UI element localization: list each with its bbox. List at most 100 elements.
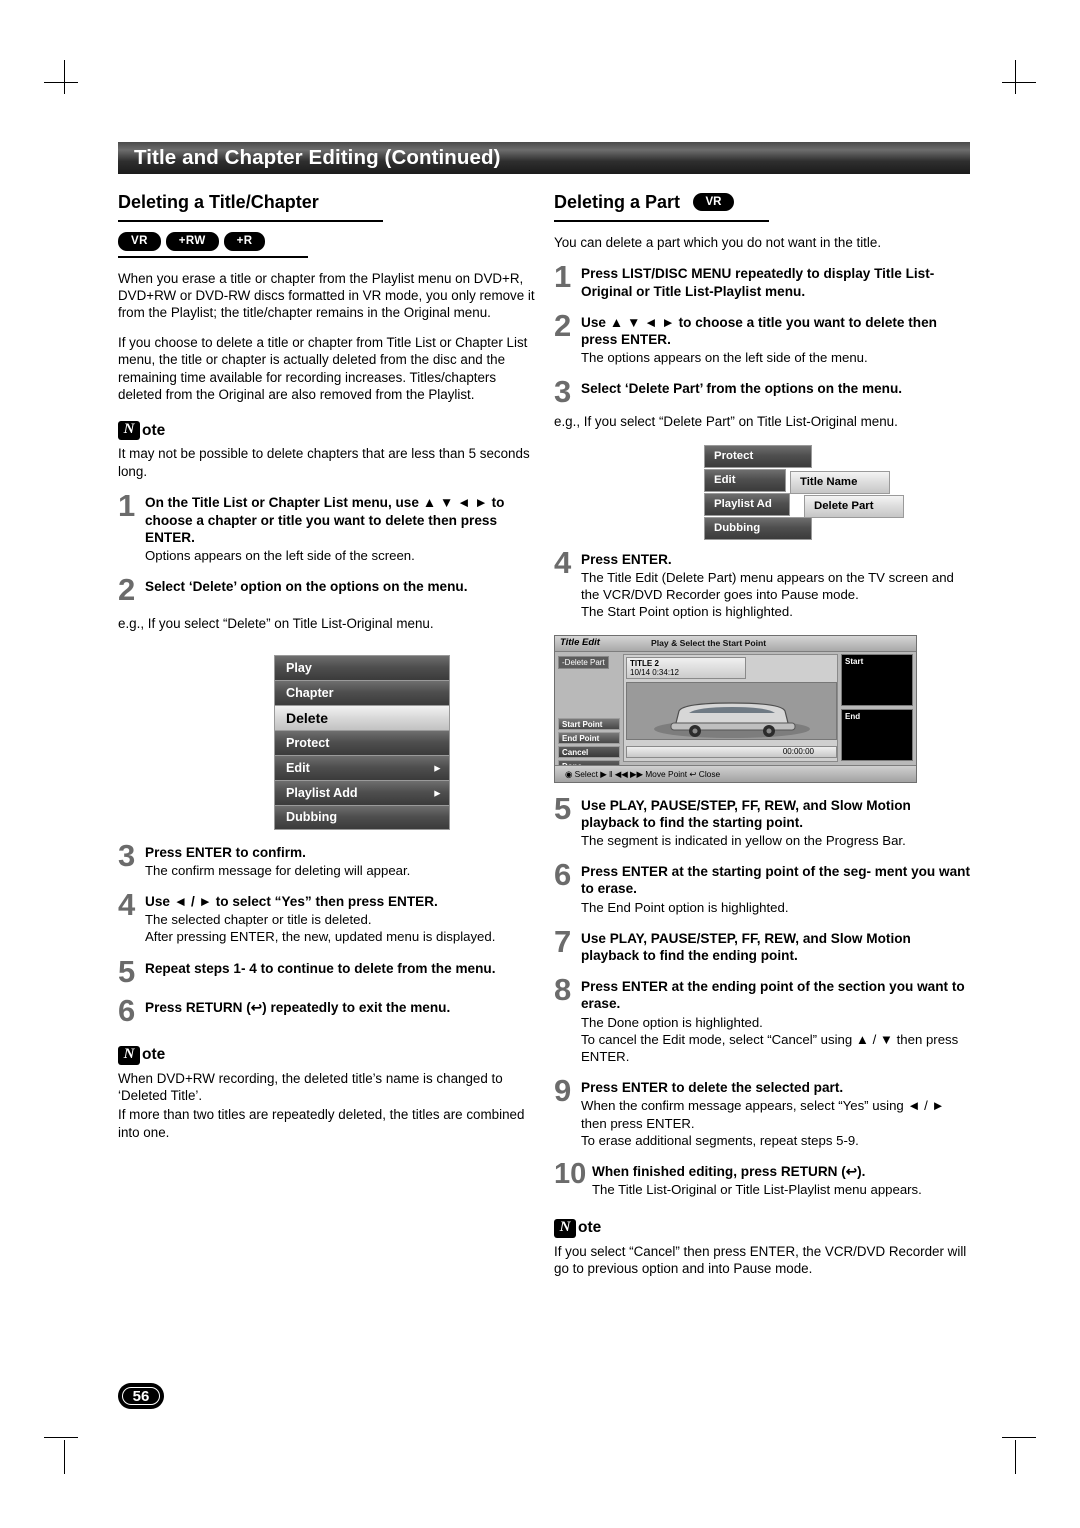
title-edit-thumb-meta: 10/14 0:34:12 <box>630 667 679 677</box>
right-step-8-text: Press ENTER at the ending point of the s… <box>581 978 972 1065</box>
right-step-4: 4 Press ENTER. The Title Edit (Delete Pa… <box>554 544 972 621</box>
dp-option-edit[interactable]: Edit <box>704 468 786 492</box>
left-step-1-number: 1 <box>118 488 136 524</box>
left-section-heading-wrap: Deleting a Title/Chapter <box>118 192 383 222</box>
crop-mark-bottom-left <box>64 1440 65 1474</box>
right-step-10-text: When finished editing, press RETURN (↩).… <box>592 1163 972 1198</box>
option-protect[interactable]: Protect <box>274 729 450 755</box>
delete-part-menu-mock: Protect Edit Playlist Ad Dubbing Title N… <box>704 444 954 545</box>
right-step-7-head: Use PLAY, PAUSE/STEP, FF, REW, and Slow … <box>581 930 911 964</box>
option-chapter[interactable]: Chapter <box>274 679 450 705</box>
option-protect-label: Protect <box>286 735 330 750</box>
right-step-8-head: Press ENTER at the ending point of the s… <box>581 979 965 1012</box>
dp-option-dubbing[interactable]: Dubbing <box>704 516 812 540</box>
disc-tag-plusrw: +RW <box>165 232 219 251</box>
left-step-4-text: Use ◄ / ► to select “Yes” then press ENT… <box>145 893 538 946</box>
title-edit-thumb-label: TITLE 2 <box>630 658 659 668</box>
right-step-1-text: Press LIST/DISC MENU repeatedly to displ… <box>581 265 972 299</box>
disc-tag-plusr: +R <box>223 232 266 251</box>
title-edit-btn-end-point[interactable]: End Point <box>558 731 620 744</box>
disc-tag-vr: VR <box>118 232 161 251</box>
left-note-2: N ote When DVD+RW recording, the deleted… <box>118 1045 538 1142</box>
right-step-3-text: Select ‘Delete Part’ from the options on… <box>581 380 972 397</box>
right-step-5-sub: The segment is indicated in yellow on th… <box>581 833 906 849</box>
left-step-2-text: Select ‘Delete’ option on the options on… <box>145 578 538 595</box>
title-edit-start-label: Start <box>845 656 864 666</box>
left-note-1: N ote It may not be possible to delete c… <box>118 421 538 480</box>
page-number-badge: 56 <box>118 1383 164 1409</box>
dp-option-protect[interactable]: Protect <box>704 444 812 468</box>
right-step-2-sub: The options appears on the left side of … <box>581 350 868 366</box>
title-edit-end-box: End <box>841 708 913 761</box>
right-step-6-sub: The End Point option is highlighted. <box>581 899 789 915</box>
chevron-right-icon-2: ▸ <box>434 787 440 800</box>
right-step-4-head: Press ENTER. <box>581 551 672 567</box>
left-paragraph-1: When you erase a title or chapter from t… <box>118 270 535 321</box>
right-step-10: 10 When finished editing, press RETURN (… <box>554 1160 972 1198</box>
right-step-5-number: 5 <box>554 790 572 826</box>
left-step-6: 6 Press RETURN (↩) repeatedly to exit th… <box>118 992 538 1028</box>
right-step-2: 2 Use ▲ ▼ ◄ ► to choose a title you want… <box>554 307 972 367</box>
right-section-heading-wrap: Deleting a Part VR <box>554 192 769 222</box>
dp-submenu-title-name-label: Title Name <box>800 476 858 489</box>
disc-tag-vr-right: VR <box>692 193 735 211</box>
left-step-2-head: Select ‘Delete’ option on the options on… <box>145 579 468 595</box>
right-step-2-text: Use ▲ ▼ ◄ ► to choose a title you want t… <box>581 314 972 367</box>
title-edit-mode-chip: -Delete Part <box>558 655 609 669</box>
left-section-heading: Deleting a Title/Chapter <box>118 192 319 212</box>
option-playlist-add[interactable]: Playlist Add ▸ <box>274 779 450 805</box>
right-step-8-number: 8 <box>554 972 572 1008</box>
crop-mark-top-right <box>1015 60 1016 94</box>
left-step-5-head: Repeat steps 1- 4 to continue to delete … <box>145 960 496 976</box>
right-step-7-text: Use PLAY, PAUSE/STEP, FF, REW, and Slow … <box>581 930 972 964</box>
left-step-3-head: Press ENTER to confirm. <box>145 844 306 860</box>
left-step-6-number: 6 <box>118 992 136 1028</box>
crop-mark-top-right-h <box>1002 82 1036 83</box>
title-edit-btn-start-point[interactable]: Start Point <box>558 717 620 730</box>
dp-option-playlist-add[interactable]: Playlist Ad <box>704 492 790 516</box>
title-edit-main-panel: TITLE 2 10/14 0:34:12 00:00:00 <box>623 653 838 762</box>
options-menu-mock: Play Chapter Delete Protect Edit ▸ Playl… <box>274 654 450 830</box>
left-step-2-number: 2 <box>118 572 136 608</box>
right-step-9-number: 9 <box>554 1073 572 1109</box>
right-step-2-head: Use ▲ ▼ ◄ ► to choose a title you want t… <box>581 314 937 348</box>
right-step-3: 3 Select ‘Delete Part’ from the options … <box>554 376 972 407</box>
option-delete-label: Delete <box>286 709 329 726</box>
title-edit-video-preview <box>626 681 837 740</box>
option-dubbing[interactable]: Dubbing <box>274 804 450 830</box>
option-dubbing-label: Dubbing <box>286 810 338 825</box>
right-example-text: e.g., If you select “Delete Part” on Tit… <box>554 414 898 430</box>
right-intro: You can delete a part which you do not w… <box>554 235 882 250</box>
right-step-4-number: 4 <box>554 544 572 580</box>
title-edit-subtitle: Play & Select the Start Point <box>651 637 767 648</box>
right-note-text: If you select “Cancel” then press ENTER,… <box>554 1243 967 1276</box>
right-step-10-sub: The Title List-Original or Title List-Pl… <box>592 1182 922 1198</box>
right-step-3-head: Select ‘Delete Part’ from the options on… <box>581 381 903 397</box>
title-edit-footer: ◉ Select ▶ ‖ ◀◀ ▶▶ Move Point ↩ Close <box>555 764 916 782</box>
option-play-label: Play <box>286 660 312 675</box>
dp-submenu-delete-part[interactable]: Delete Part <box>804 494 904 518</box>
right-step-5: 5 Use PLAY, PAUSE/STEP, FF, REW, and Slo… <box>554 790 972 850</box>
option-edit[interactable]: Edit ▸ <box>274 754 450 780</box>
right-step-2-number: 2 <box>554 307 572 343</box>
right-note: N ote If you select “Cancel” then press … <box>554 1218 972 1278</box>
right-column: Deleting a Part VR You can delete a part… <box>554 192 972 1277</box>
right-step-4-sub: The Title Edit (Delete Part) menu appear… <box>581 570 954 620</box>
left-note-2-text-2: If more than two titles are repeatedly d… <box>118 1107 525 1140</box>
option-edit-label: Edit <box>286 760 310 775</box>
left-step-4-head: Use ◄ / ► to select “Yes” then press ENT… <box>145 893 438 909</box>
option-delete[interactable]: Delete <box>274 704 450 730</box>
option-chapter-label: Chapter <box>286 685 334 700</box>
title-edit-right-panels: Start End <box>841 653 913 762</box>
crop-mark-top-left-h <box>44 82 78 83</box>
crop-mark-top-left <box>64 60 65 94</box>
title-edit-progress-bar[interactable]: 00:00:00 <box>626 745 837 758</box>
note-label: ote <box>142 421 166 439</box>
option-play[interactable]: Play <box>274 654 450 680</box>
right-step-9-head: Press ENTER to delete the selected part. <box>581 1080 844 1096</box>
disc-format-tags: VR +RW +R <box>118 232 308 258</box>
title-edit-btn-cancel[interactable]: Cancel <box>558 745 620 758</box>
dp-submenu-title-name[interactable]: Title Name <box>790 470 890 494</box>
title-edit-screen-mock: Title Edit Play & Select the Start Point… <box>554 634 917 783</box>
title-edit-end-label: End <box>845 711 861 721</box>
